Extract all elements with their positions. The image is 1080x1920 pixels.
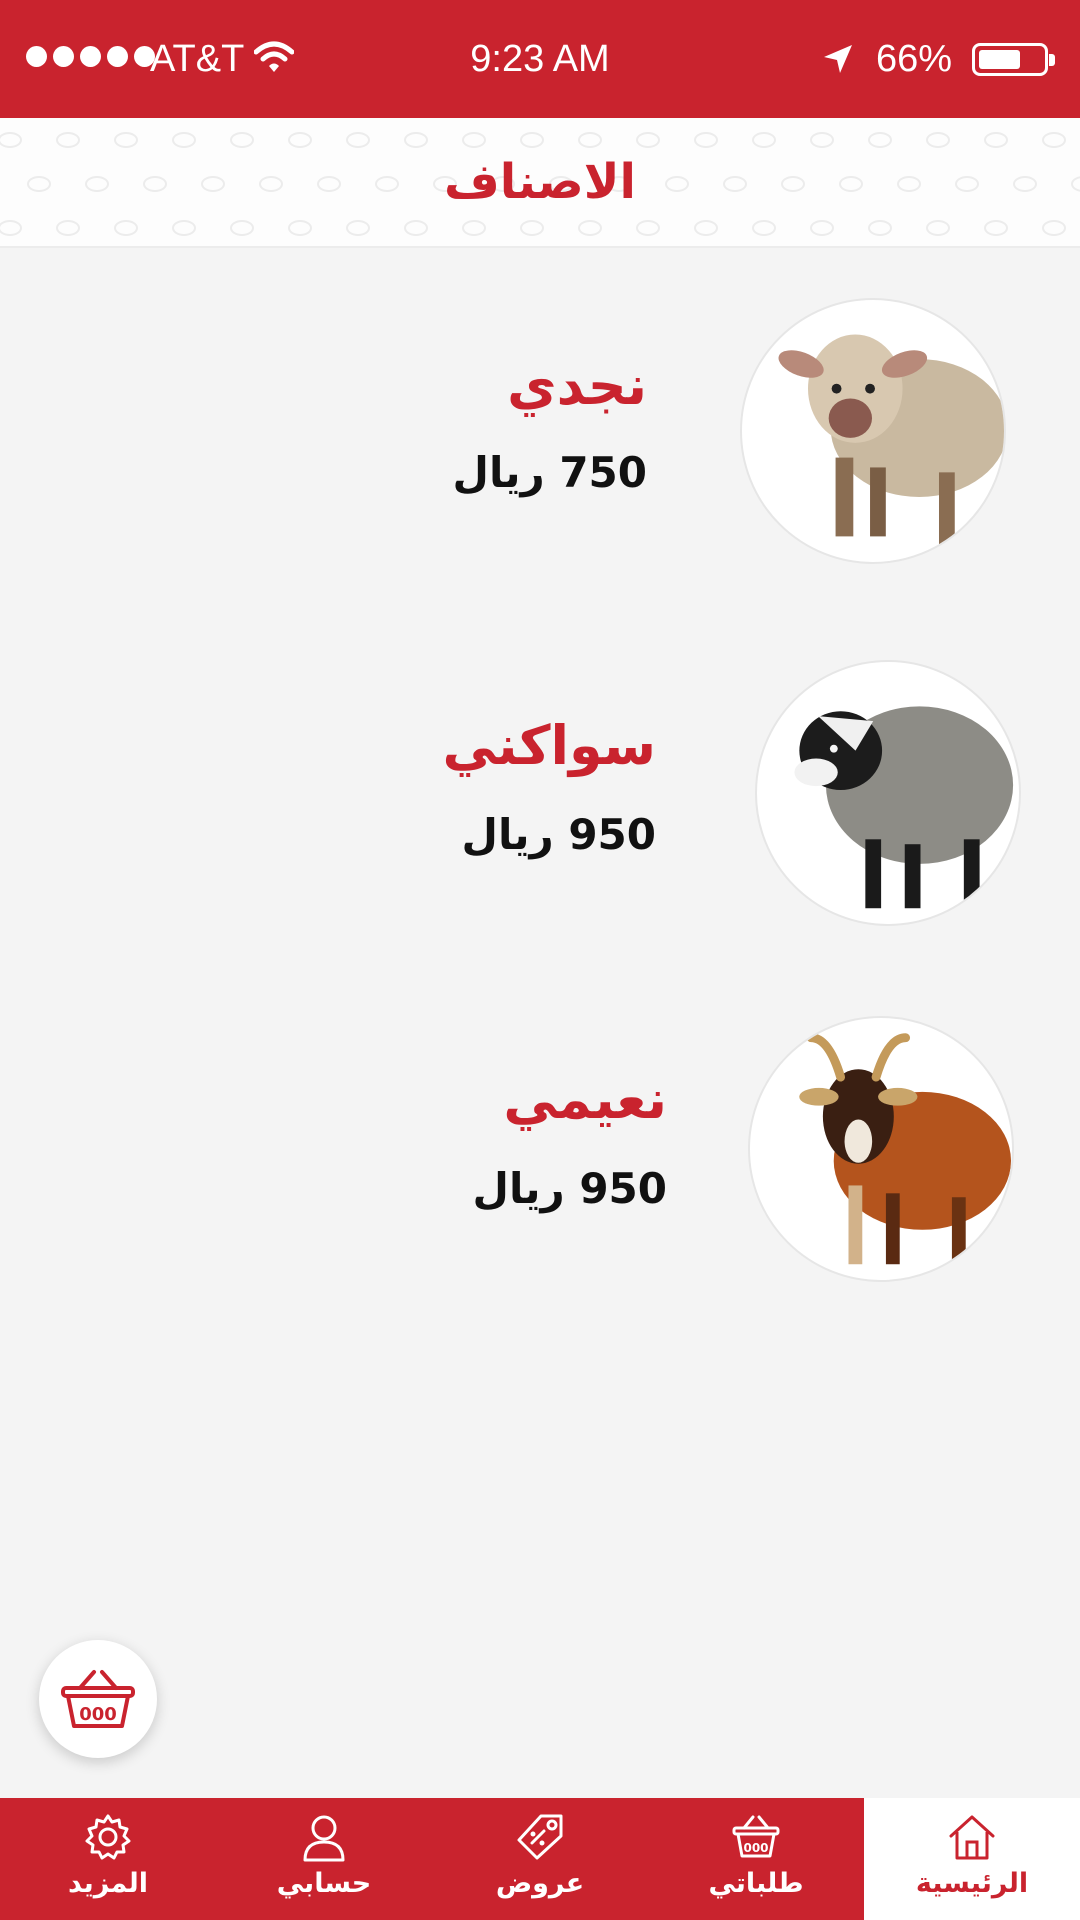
svg-text:000: 000 [743,1841,768,1855]
location-arrow-icon [822,42,854,85]
product-image [755,660,1021,926]
product-image [740,298,1006,564]
product-price: 950 ريال [472,1164,667,1213]
tab-label: عروض [495,1868,585,1899]
tab-label: الرئيسية [915,1868,1029,1899]
product-item-sawakni[interactable]: سواكني 950 ريال [0,660,1080,930]
tab-bar: المزيد حسابي عروض 000 طلباتي الرئيسية [0,1798,1080,1920]
home-icon [949,1815,995,1860]
tab-label: طلباتي [708,1868,804,1899]
product-name: سواكني [442,714,656,777]
user-icon [303,1815,345,1862]
tag-icon [517,1814,563,1860]
product-item-naimi[interactable]: نعيمي 950 ريال [0,1016,1080,1286]
gear-icon [85,1814,131,1860]
battery-percent: 66% [876,38,953,80]
basket-icon: 000 [732,1815,780,1858]
product-price: 750 ريال [452,448,647,497]
product-name: نجدي [507,354,647,417]
battery-icon [972,43,1055,76]
basket-icon: 000 [61,1670,135,1728]
sheep-naajdi-image [778,334,1004,547]
tab-more[interactable]: المزيد [0,1798,216,1920]
page-title: الاصناف [444,154,636,210]
cart-button[interactable]: 000 [39,1640,157,1758]
product-image [748,1016,1014,1282]
svg-text:000: 000 [79,1704,117,1725]
tab-orders[interactable]: 000 طلباتي [648,1798,864,1920]
sheep-sawakni-image [794,706,1014,909]
page-header: الاصناف [0,118,1080,248]
product-name: نعيمي [503,1068,667,1131]
tab-home[interactable]: الرئيسية [864,1798,1080,1920]
tab-label: المزيد [67,1868,149,1899]
product-price: 950 ريال [461,810,656,859]
tab-offers[interactable]: عروض [432,1798,648,1920]
tab-label: حسابي [276,1868,372,1899]
goat-naimi-image [799,1033,1012,1265]
status-bar: AT&T 9:23 AM 66% [0,0,1080,118]
tab-account[interactable]: حسابي [216,1798,432,1920]
product-item-naajdi[interactable]: نجدي 750 ريال [0,298,1080,568]
